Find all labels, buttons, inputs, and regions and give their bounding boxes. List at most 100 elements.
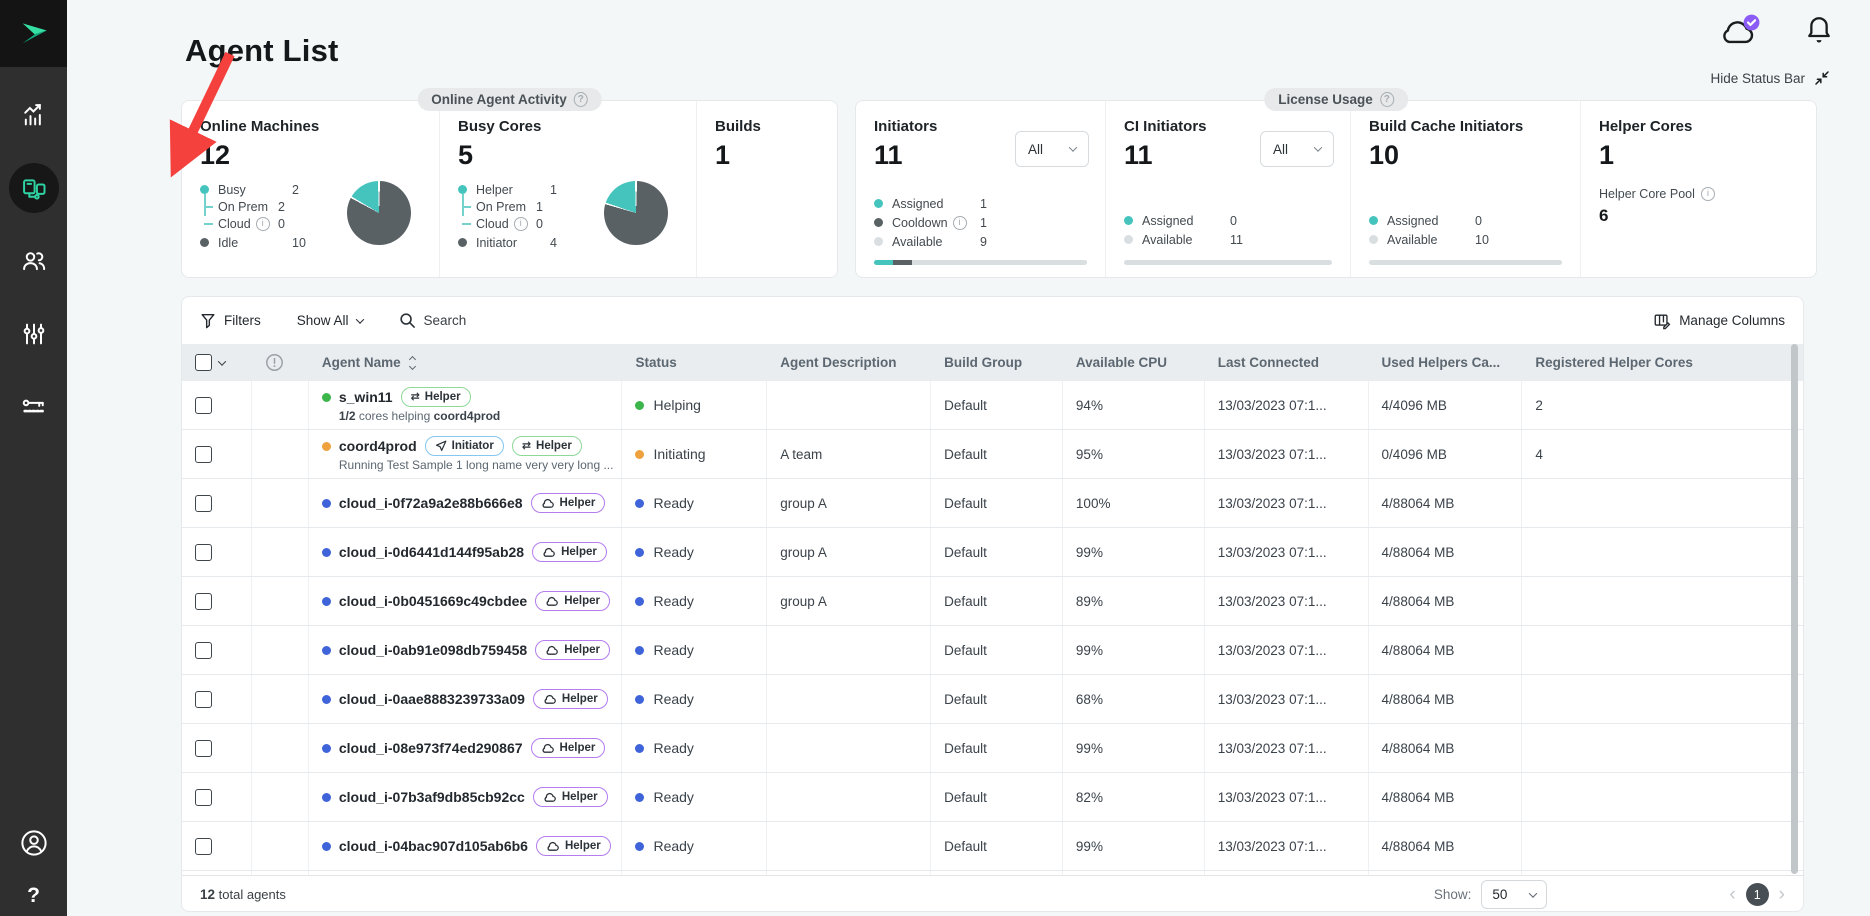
table-row[interactable]: s_win11⇄Helper1/2 cores helping coord4pr… — [182, 381, 1803, 430]
table-row[interactable]: coord4prodInitiator⇄HelperRunning Test S… — [182, 430, 1803, 479]
table-row[interactable]: cloud_i-0ab91e098db759458HelperReadyDefa… — [182, 626, 1803, 675]
help-info-icon[interactable]: i — [953, 216, 967, 230]
column-header-agent-name[interactable]: Agent Name — [309, 344, 623, 381]
sort-icon[interactable] — [410, 357, 415, 369]
available-cpu-cell: 100% — [1063, 479, 1205, 527]
helper-swap-icon: ⇄ — [411, 392, 420, 403]
agent-name-cell: cloud_i-0f72a9a2e88b666e8Helper — [309, 479, 623, 527]
ci-initiators-filter-dropdown[interactable]: All — [1260, 131, 1334, 167]
table-row[interactable]: cloud_i-0aae8883239733a09HelperReadyDefa… — [182, 675, 1803, 724]
initiators-filter-dropdown[interactable]: All — [1015, 131, 1089, 167]
select-all-checkbox[interactable] — [195, 354, 212, 371]
agent-status-dot — [322, 499, 331, 508]
row-checkbox[interactable] — [195, 397, 212, 414]
agent-status-dot — [322, 393, 331, 402]
table-row[interactable]: cloud_i-0f72a9a2e88b666e8HelperReadygrou… — [182, 479, 1803, 528]
table-row[interactable]: cloud_i-04bac907d105ab6b6HelperReadyDefa… — [182, 822, 1803, 871]
column-header-build-group[interactable]: Build Group — [931, 344, 1063, 381]
cloud-status-icon[interactable] — [1718, 14, 1762, 48]
column-header-status[interactable]: Status — [622, 344, 767, 381]
agent-name: cloud_i-0b0451669c49cbdee — [339, 593, 527, 609]
table-row[interactable] — [182, 871, 1803, 875]
agent-description-cell — [767, 871, 931, 875]
column-header-agent-description[interactable]: Agent Description — [767, 344, 931, 381]
build-cache-usage-bar — [1369, 260, 1562, 265]
legend-dot — [200, 238, 209, 247]
analytics-icon — [20, 101, 48, 129]
helper-core-pool-value: 6 — [1599, 206, 1798, 226]
used-helpers-cell: 4/88064 MB — [1369, 479, 1523, 527]
ci-initiators-usage-bar — [1124, 260, 1332, 265]
build-cache-initiators-card: Build Cache Initiators 10 Assigned0Avail… — [1350, 101, 1580, 277]
legend-subtree: On Prem2Cloudi0 — [204, 198, 306, 232]
agent-status-cell: Ready — [622, 577, 767, 625]
table-row[interactable]: cloud_i-08e973f74ed290867HelperReadyDefa… — [182, 724, 1803, 773]
sidebar-item-dashboard[interactable] — [9, 90, 59, 140]
status-dot — [635, 695, 644, 704]
column-header-used-helpers-ca[interactable]: Used Helpers Ca... — [1369, 344, 1523, 381]
filter-funnel-icon — [200, 312, 216, 329]
app-logo[interactable] — [0, 0, 67, 67]
help-info-icon[interactable]: ? — [1380, 92, 1394, 107]
row-checkbox[interactable] — [195, 740, 212, 757]
column-header-last-connected[interactable]: Last Connected — [1205, 344, 1369, 381]
table-row[interactable]: cloud_i-0b0451669c49cbdeeHelperReadygrou… — [182, 577, 1803, 626]
available-cpu-cell: 99% — [1063, 626, 1205, 674]
row-alert-cell — [252, 430, 309, 478]
last-connected-cell: 13/03/2023 07:1... — [1205, 626, 1369, 674]
agent-name-cell: cloud_i-0ab91e098db759458Helper — [309, 626, 623, 674]
hide-status-bar[interactable]: Hide Status Bar — [1710, 70, 1830, 86]
table-scrollbar[interactable] — [1791, 344, 1798, 874]
page-size-select[interactable]: 50 — [1481, 880, 1547, 909]
cloud-icon — [542, 547, 556, 558]
table-row[interactable]: cloud_i-07b3af9db85cb92ccHelperReadyDefa… — [182, 773, 1803, 822]
used-helpers-cell: 4/88064 MB — [1369, 773, 1523, 821]
column-header-available-cpu[interactable]: Available CPU — [1063, 344, 1205, 381]
agent-name-cell: s_win11⇄Helper1/2 cores helping coord4pr… — [309, 381, 623, 429]
busy-cores-pie-chart — [604, 181, 668, 245]
build-group-cell: Default — [931, 381, 1063, 429]
chevron-down-icon[interactable] — [218, 357, 226, 365]
notifications-bell-icon[interactable] — [1804, 14, 1834, 48]
used-helpers-cell — [1369, 871, 1523, 875]
profile-avatar-icon[interactable] — [19, 828, 49, 858]
help-icon[interactable]: ? — [27, 884, 40, 908]
row-checkbox[interactable] — [195, 446, 212, 463]
agent-name: cloud_i-0f72a9a2e88b666e8 — [339, 495, 523, 511]
license-usage-panel: License Usage ? Initiators 11 All Assign… — [855, 100, 1817, 278]
row-checkbox[interactable] — [195, 691, 212, 708]
last-connected-cell: 13/03/2023 07:1... — [1205, 773, 1369, 821]
sidebar-item-users[interactable] — [9, 236, 59, 286]
help-info-icon[interactable]: i — [1701, 187, 1715, 201]
manage-columns-button[interactable]: Manage Columns — [1653, 312, 1785, 330]
row-checkbox[interactable] — [195, 642, 212, 659]
help-info-icon[interactable]: i — [256, 217, 270, 231]
status-dot — [635, 646, 644, 655]
show-all-dropdown[interactable]: Show All — [297, 313, 363, 328]
help-info-icon[interactable]: i — [514, 217, 528, 231]
sidebar-item-license[interactable] — [9, 382, 59, 432]
search-input[interactable]: Search — [399, 312, 467, 329]
last-connected-cell: 13/03/2023 07:1... — [1205, 430, 1369, 478]
agent-status-cell — [622, 871, 767, 875]
column-header-registered-helper-cores[interactable]: Registered Helper Cores — [1522, 344, 1803, 381]
legend-item: Initiator4 — [458, 234, 557, 251]
filters-button[interactable]: Filters — [200, 312, 261, 329]
row-checkbox[interactable] — [195, 593, 212, 610]
chevron-down-icon — [1314, 143, 1322, 151]
next-page-button[interactable]: › — [1779, 885, 1785, 904]
row-checkbox[interactable] — [195, 838, 212, 855]
page-title: Agent List — [185, 33, 339, 69]
previous-page-button[interactable]: ‹ — [1729, 885, 1735, 904]
agent-name: cloud_i-04bac907d105ab6b6 — [339, 838, 528, 854]
sidebar-item-settings[interactable] — [9, 309, 59, 359]
table-row[interactable]: cloud_i-0d6441d144f95ab28HelperReadygrou… — [182, 528, 1803, 577]
used-helpers-cell: 0/4096 MB — [1369, 430, 1523, 478]
row-checkbox[interactable] — [195, 544, 212, 561]
row-checkbox[interactable] — [195, 789, 212, 806]
select-all-header[interactable] — [182, 344, 252, 381]
agent-status-cell: Ready — [622, 724, 767, 772]
help-info-icon[interactable]: ? — [574, 92, 588, 107]
sidebar-item-agents[interactable] — [9, 163, 59, 213]
row-checkbox[interactable] — [195, 495, 212, 512]
